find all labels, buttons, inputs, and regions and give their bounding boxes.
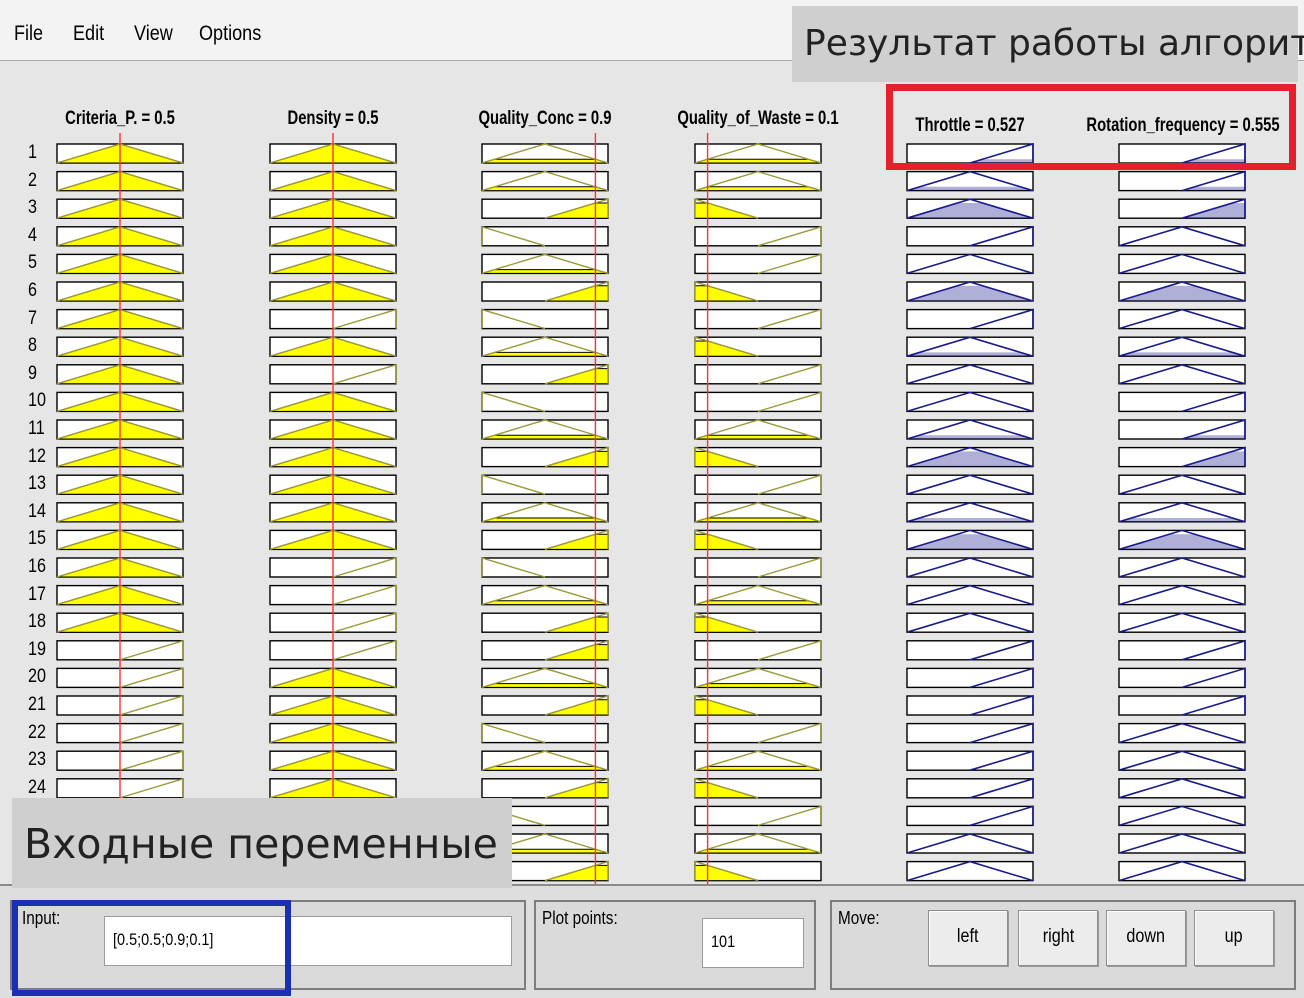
- mf-box-rotation-17: [1118, 584, 1246, 606]
- move-left-button[interactable]: left: [928, 910, 1008, 966]
- mf-box-rotation-20: [1118, 667, 1246, 689]
- mf-box-quality-waste-9: [694, 364, 822, 385]
- mf-box-rotation-24: [1118, 778, 1246, 799]
- mf-fill-quality-waste-26: [694, 848, 822, 854]
- mf-box-throttle-23: [906, 750, 1034, 771]
- mf-box-rotation-5: [1118, 253, 1246, 275]
- mf-box-throttle-19: [906, 640, 1034, 661]
- plot-points-field[interactable]: 101: [702, 918, 804, 968]
- mf-box-quality-conc-22: [481, 722, 609, 744]
- mf-fill-quality-conc-11: [481, 434, 609, 440]
- move-right-button[interactable]: right: [1018, 910, 1098, 966]
- move-label: Move:: [838, 908, 880, 928]
- mf-box-quality-waste-16: [694, 557, 822, 578]
- input-highlight-frame: [12, 900, 291, 996]
- mf-fill-throttle-2: [907, 186, 1033, 191]
- mf-fill-quality-conc-14: [481, 517, 609, 523]
- mf-box-rotation-10: [1118, 391, 1246, 413]
- mf-box-throttle-20: [906, 667, 1034, 689]
- mf-box-throttle-5: [906, 253, 1034, 275]
- mf-box-quality-waste-13: [694, 474, 822, 495]
- mf-fill-quality-waste-20: [694, 683, 822, 688]
- mf-box-rotation-21: [1118, 695, 1246, 716]
- mf-fill-quality-waste-14: [694, 517, 822, 523]
- mf-fill-rotation-14: [1119, 518, 1245, 522]
- mf-box-quality-conc-4: [481, 226, 609, 247]
- mf-box-quality-conc-7: [481, 308, 609, 330]
- output-highlight-frame: [886, 84, 1296, 170]
- mf-box-throttle-22: [906, 722, 1034, 744]
- mf-fill-quality-conc-17: [481, 600, 609, 606]
- mf-box-rotation-25: [1118, 805, 1246, 827]
- mf-box-rotation-9: [1118, 364, 1246, 385]
- mf-box-throttle-16: [906, 557, 1034, 578]
- input-caption: Входные переменные: [12, 798, 512, 888]
- mf-box-throttle-26: [906, 833, 1034, 854]
- mf-fill-quality-waste-1: [694, 158, 822, 164]
- mf-box-quality-waste-25: [694, 805, 822, 827]
- mf-fill-quality-waste-2: [694, 186, 822, 192]
- mf-box-quality-waste-5: [694, 253, 822, 275]
- mf-box-throttle-27: [906, 860, 1034, 882]
- mf-box-quality-waste-19: [694, 640, 822, 661]
- mf-box-rotation-4: [1118, 226, 1246, 247]
- mf-box-quality-conc-16: [481, 557, 609, 578]
- mf-box-throttle-21: [906, 695, 1034, 716]
- move-panel: Move: left right down up: [830, 900, 1296, 990]
- mf-box-rotation-16: [1118, 557, 1246, 578]
- output-caption: Результат работы алгоритма: [792, 6, 1304, 82]
- mf-fill-quality-waste-11: [694, 434, 822, 440]
- mf-box-quality-conc-13: [481, 474, 609, 495]
- mf-box-throttle-17: [906, 584, 1034, 606]
- mf-box-rotation-13: [1118, 474, 1246, 495]
- mf-fill-throttle-14: [907, 518, 1033, 522]
- mf-box-quality-waste-10: [694, 391, 822, 413]
- mf-fill-rotation-8: [1119, 352, 1245, 357]
- mf-box-rotation-22: [1118, 722, 1246, 744]
- mf-fill-quality-conc-5: [481, 269, 609, 274]
- mf-box-quality-waste-7: [694, 308, 822, 330]
- mf-box-quality-waste-22: [694, 722, 822, 744]
- mf-fill-quality-conc-1: [481, 158, 609, 164]
- mf-box-throttle-13: [906, 474, 1034, 495]
- mf-fill-throttle-11: [907, 435, 1033, 439]
- plot-points-label: Plot points:: [542, 908, 618, 928]
- mf-box-throttle-7: [906, 308, 1034, 330]
- mf-box-quality-conc-10: [481, 391, 609, 413]
- move-down-button[interactable]: down: [1106, 910, 1186, 966]
- plot-points-value: 101: [711, 932, 736, 951]
- plot-points-panel: Plot points: 101: [534, 900, 816, 990]
- mf-box-rotation-27: [1118, 860, 1246, 882]
- mf-box-rotation-19: [1118, 640, 1246, 661]
- mf-fill-quality-conc-8: [481, 351, 609, 357]
- mf-box-rotation-18: [1118, 612, 1246, 633]
- mf-box-throttle-18: [906, 612, 1034, 633]
- mf-box-throttle-25: [906, 805, 1034, 827]
- mf-box-throttle-10: [906, 391, 1034, 413]
- mf-fill-quality-waste-17: [694, 600, 822, 606]
- mf-fill-quality-waste-23: [694, 765, 822, 771]
- mf-box-throttle-4: [906, 226, 1034, 247]
- mf-fill-quality-conc-2: [481, 186, 609, 192]
- mf-box-throttle-24: [906, 778, 1034, 799]
- mf-box-throttle-9: [906, 364, 1034, 385]
- mf-box-quality-waste-4: [694, 226, 822, 247]
- mf-fill-throttle-8: [907, 352, 1033, 357]
- mf-fill-quality-conc-20: [481, 683, 609, 688]
- move-up-button[interactable]: up: [1194, 910, 1274, 966]
- mf-box-rotation-7: [1118, 308, 1246, 330]
- mf-box-rotation-23: [1118, 750, 1246, 771]
- mf-box-rotation-26: [1118, 833, 1246, 854]
- mf-fill-quality-conc-23: [481, 765, 609, 771]
